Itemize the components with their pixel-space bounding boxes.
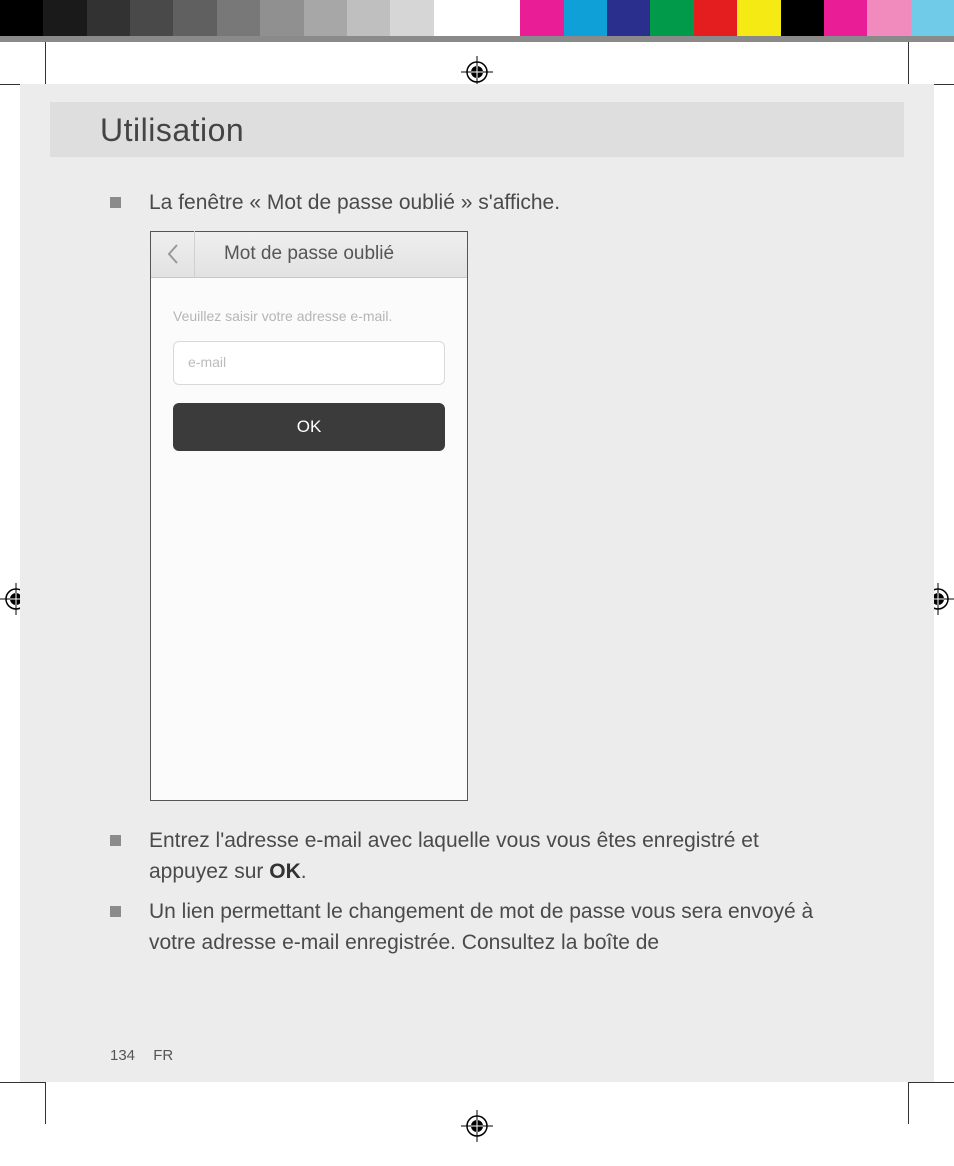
list-item: La fenêtre « Mot de passe oublié » s'aff… xyxy=(110,187,844,219)
email-field[interactable]: e-mail xyxy=(173,341,445,385)
swatch xyxy=(737,0,780,36)
phone-title: Mot de passe oublié xyxy=(195,240,467,269)
swatch xyxy=(0,0,43,36)
phone-mockup: Mot de passe oublié Veuillez saisir votr… xyxy=(150,231,468,801)
swatch xyxy=(520,0,563,36)
crop-mark xyxy=(0,1082,45,1083)
bullet-text: La fenêtre « Mot de passe oublié » s'aff… xyxy=(149,187,844,219)
list-item: Entrez l'adresse e-mail avec laquelle vo… xyxy=(110,825,844,888)
swatch xyxy=(564,0,607,36)
swatch xyxy=(390,0,433,36)
list-item: Un lien permettant le changement de mot … xyxy=(110,896,844,959)
swatch xyxy=(304,0,347,36)
crop-mark xyxy=(909,1082,954,1083)
crop-mark xyxy=(45,42,46,84)
swatch xyxy=(43,0,86,36)
swatch xyxy=(824,0,867,36)
square-bullet-icon xyxy=(110,906,121,917)
phone-instruction: Veuillez saisir votre adresse e-mail. xyxy=(173,306,445,327)
bullet-text: Entrez l'adresse e-mail avec laquelle vo… xyxy=(149,825,844,888)
swatch xyxy=(694,0,737,36)
swatch xyxy=(130,0,173,36)
page-frame: Utilisation La fenêtre « Mot de passe ou… xyxy=(20,84,934,1082)
swatch xyxy=(87,0,130,36)
section-heading-bar: Utilisation xyxy=(50,102,904,157)
swatch xyxy=(434,0,477,36)
section-heading: Utilisation xyxy=(100,112,904,149)
back-button[interactable] xyxy=(151,231,195,277)
page-language: FR xyxy=(153,1047,173,1064)
chevron-left-icon xyxy=(166,243,180,265)
swatch xyxy=(260,0,303,36)
page-footer: 134 FR xyxy=(110,1047,173,1064)
square-bullet-icon xyxy=(110,197,121,208)
swatch xyxy=(650,0,693,36)
crop-mark xyxy=(908,42,909,84)
swatch xyxy=(173,0,216,36)
swatch xyxy=(217,0,260,36)
swatch xyxy=(607,0,650,36)
swatch xyxy=(347,0,390,36)
crop-mark xyxy=(908,1082,909,1124)
registration-mark-icon xyxy=(461,1110,493,1142)
swatch xyxy=(781,0,824,36)
email-placeholder: e-mail xyxy=(188,352,226,373)
square-bullet-icon xyxy=(110,835,121,846)
ok-button-label: OK xyxy=(297,414,322,440)
swatch xyxy=(477,0,520,36)
swatch xyxy=(867,0,910,36)
crop-mark xyxy=(45,1082,46,1124)
page-number: 134 xyxy=(110,1047,135,1064)
bullet-text: Un lien permettant le changement de mot … xyxy=(149,896,844,959)
swatch xyxy=(911,0,954,36)
ok-button[interactable]: OK xyxy=(173,403,445,451)
phone-header: Mot de passe oublié xyxy=(151,232,467,278)
print-colorbar xyxy=(0,0,954,42)
